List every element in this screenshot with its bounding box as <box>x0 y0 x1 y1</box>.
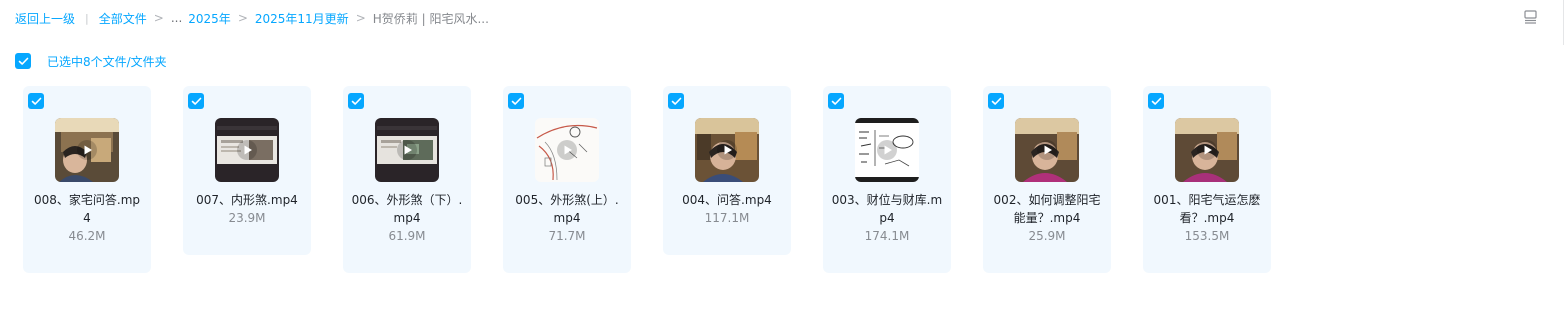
breadcrumb-root[interactable]: 全部文件 <box>99 10 147 27</box>
file-checkbox[interactable] <box>508 93 524 109</box>
file-size: 117.1M <box>704 211 750 225</box>
breadcrumb-divider: | <box>85 11 89 25</box>
file-name: 007、内形煞.mp4 <box>196 193 298 207</box>
file-card[interactable]: 005、外形煞(上）.mp4 71.7M <box>503 86 631 273</box>
breadcrumb-item-month[interactable]: 2025年11月更新 <box>255 10 349 27</box>
file-size: 174.1M <box>864 229 910 243</box>
checkmark-icon <box>31 97 41 105</box>
file-name: 003、财位与财库.mp4 <box>831 193 943 225</box>
file-checkbox[interactable] <box>988 93 1004 109</box>
checkmark-icon <box>671 97 681 105</box>
select-all-row: 已选中8个文件/文件夹 <box>15 52 167 70</box>
select-all-checkbox[interactable] <box>15 53 31 69</box>
play-icon <box>717 140 737 160</box>
file-card[interactable]: 007、内形煞.mp4 23.9M <box>183 86 311 255</box>
file-name: 002、如何调整阳宅能量？.mp4 <box>993 193 1101 225</box>
file-size: 25.9M <box>1028 229 1066 243</box>
checkmark-icon <box>191 97 201 105</box>
checkmark-icon <box>351 97 361 105</box>
file-checkbox[interactable] <box>348 93 364 109</box>
file-checkbox[interactable] <box>668 93 684 109</box>
file-card[interactable]: 001、阳宅气运怎麽看？.mp4 153.5M <box>1143 86 1271 273</box>
video-thumbnail <box>535 118 599 182</box>
file-size: 23.9M <box>228 211 266 225</box>
chevron-right-icon: > <box>355 11 366 25</box>
video-thumbnail <box>375 118 439 182</box>
file-size: 61.9M <box>388 229 426 243</box>
panel-edge-divider <box>1563 0 1564 45</box>
video-thumbnail <box>1175 118 1239 182</box>
play-icon <box>557 140 577 160</box>
file-name: 005、外形煞(上）.mp4 <box>515 193 619 225</box>
file-card[interactable]: 006、外形煞（下）.mp4 61.9M <box>343 86 471 273</box>
file-size: 71.7M <box>548 229 586 243</box>
play-icon <box>397 140 417 160</box>
file-card[interactable]: 004、问答.mp4 117.1M <box>663 86 791 255</box>
file-name: 004、问答.mp4 <box>682 193 772 207</box>
play-icon <box>877 140 897 160</box>
file-card[interactable]: 002、如何调整阳宅能量？.mp4 25.9M <box>983 86 1111 273</box>
selection-count-label: 已选中8个文件/文件夹 <box>47 54 167 69</box>
checkmark-icon <box>831 97 841 105</box>
checkmark-icon <box>511 97 521 105</box>
video-thumbnail <box>695 118 759 182</box>
file-checkbox[interactable] <box>28 93 44 109</box>
file-name: 008、家宅问答.mp4 <box>33 193 141 225</box>
play-icon <box>77 140 97 160</box>
video-thumbnail <box>1015 118 1079 182</box>
breadcrumb-item-year[interactable]: 2025年 <box>188 10 231 27</box>
video-thumbnail <box>855 118 919 182</box>
list-view-icon[interactable] <box>1523 9 1539 24</box>
file-name: 006、外形煞（下）.mp4 <box>351 193 463 225</box>
file-name: 001、阳宅气运怎麽看？.mp4 <box>1153 193 1261 225</box>
checkmark-icon <box>1151 97 1161 105</box>
breadcrumb-ellipsis[interactable]: ... <box>171 11 182 25</box>
breadcrumb-current: H贺侨莉 | 阳宅风水... <box>372 11 489 26</box>
file-checkbox[interactable] <box>1148 93 1164 109</box>
chevron-right-icon: > <box>153 11 164 25</box>
file-checkbox[interactable] <box>828 93 844 109</box>
back-link[interactable]: 返回上一级 <box>15 10 75 27</box>
file-size: 46.2M <box>68 229 106 243</box>
file-checkbox[interactable] <box>188 93 204 109</box>
video-thumbnail <box>215 118 279 182</box>
checkmark-icon <box>991 97 1001 105</box>
breadcrumb: 返回上一级 | 全部文件 > ... 2025年 > 2025年11月更新 > … <box>15 9 489 27</box>
play-icon <box>1197 140 1217 160</box>
video-thumbnail <box>55 118 119 182</box>
file-size: 153.5M <box>1184 229 1230 243</box>
chevron-right-icon: > <box>237 11 248 25</box>
checkmark-icon <box>18 57 28 65</box>
play-icon <box>1037 140 1057 160</box>
play-icon <box>237 140 257 160</box>
file-card[interactable]: 003、财位与财库.mp4 174.1M <box>823 86 951 273</box>
file-card[interactable]: 008、家宅问答.mp4 46.2M <box>23 86 151 273</box>
